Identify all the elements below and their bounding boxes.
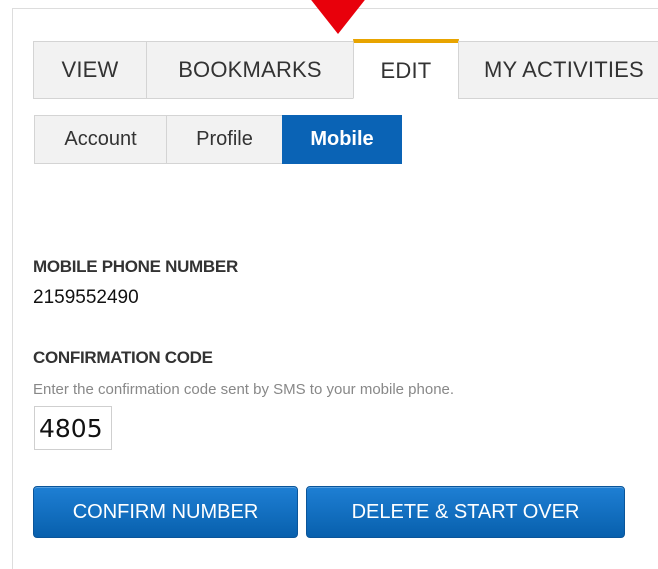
phone-number-value: 2159552490 <box>33 287 139 308</box>
subtab-mobile[interactable]: Mobile <box>282 115 402 164</box>
phone-number-label: MOBILE PHONE NUMBER <box>33 257 238 276</box>
subtab-profile[interactable]: Profile <box>166 115 283 164</box>
pointer-triangle-icon <box>308 0 368 34</box>
confirmation-code-input[interactable] <box>34 406 112 450</box>
tab-view[interactable]: VIEW <box>33 41 147 99</box>
main-tabs: VIEW BOOKMARKS EDIT MY ACTIVITIES <box>33 39 658 99</box>
confirmation-code-label: CONFIRMATION CODE <box>33 348 213 367</box>
subtab-account[interactable]: Account <box>34 115 167 164</box>
confirmation-code-hint: Enter the confirmation code sent by SMS … <box>33 381 455 398</box>
tab-my-activities[interactable]: MY ACTIVITIES <box>458 41 658 99</box>
delete-start-over-button[interactable]: DELETE & START OVER <box>306 486 625 538</box>
edit-subtabs: Account Profile Mobile <box>34 115 402 164</box>
tab-bookmarks[interactable]: BOOKMARKS <box>146 41 354 99</box>
tab-edit[interactable]: EDIT <box>353 39 459 99</box>
confirm-number-button[interactable]: CONFIRM NUMBER <box>33 486 298 538</box>
